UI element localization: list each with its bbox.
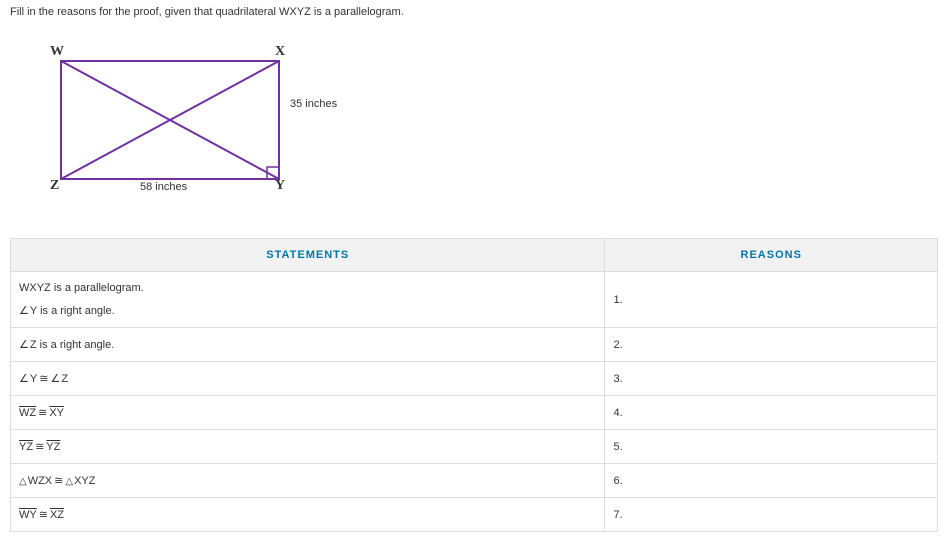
angle-icon	[19, 305, 30, 317]
congruent-icon	[37, 509, 50, 521]
congruent-icon	[36, 407, 49, 419]
reason-cell-1: 1.	[605, 272, 938, 328]
triangle-icon	[19, 475, 28, 487]
congruent-icon	[33, 441, 46, 453]
reason-cell-3: 3.	[605, 362, 938, 396]
statement-1a: WXYZ is a parallelogram.	[19, 282, 596, 294]
angle-icon	[19, 373, 30, 385]
side-length-xy: 35 inches	[290, 98, 337, 110]
table-row: WYXZ 7.	[11, 498, 938, 532]
triangle-icon	[65, 475, 74, 487]
congruent-icon	[52, 475, 65, 487]
statement-2: Z is a right angle.	[11, 328, 605, 362]
reason-number-3: 3.	[613, 373, 622, 385]
statement-3: YZ	[11, 362, 605, 396]
statement-1: WXYZ is a parallelogram. Y is a right an…	[11, 272, 605, 328]
reason-cell-4: 4.	[605, 396, 938, 430]
statement-7: WYXZ	[11, 498, 605, 532]
reason-input-3[interactable]	[629, 373, 929, 385]
statement-4: WZXY	[11, 396, 605, 430]
reason-number-4: 4.	[613, 407, 622, 419]
reason-number-5: 5.	[613, 441, 622, 453]
vertex-label-x: X	[275, 44, 285, 60]
reason-number-6: 6.	[613, 475, 622, 487]
table-row: Z is a right angle. 2.	[11, 328, 938, 362]
angle-icon	[50, 373, 61, 385]
reason-input-2[interactable]	[629, 339, 929, 351]
diagram-container: W X Z Y 35 inches 58 inches	[0, 38, 949, 238]
angle-icon	[19, 339, 30, 351]
congruent-icon	[37, 373, 50, 385]
table-row: YZ 3.	[11, 362, 938, 396]
header-reasons: REASONS	[605, 239, 938, 272]
proof-table: STATEMENTS REASONS WXYZ is a parallelogr…	[10, 238, 938, 532]
reason-input-7[interactable]	[629, 509, 929, 521]
header-statements: STATEMENTS	[11, 239, 605, 272]
reason-input-1[interactable]	[629, 294, 929, 306]
reason-number-2: 2.	[613, 339, 622, 351]
table-row: WZXY 4.	[11, 396, 938, 430]
vertex-label-y: Y	[275, 178, 285, 194]
statement-6: WZXXYZ	[11, 464, 605, 498]
instruction-text: Fill in the reasons for the proof, given…	[0, 0, 949, 38]
side-length-zy: 58 inches	[140, 181, 187, 193]
reason-cell-5: 5.	[605, 430, 938, 464]
reason-cell-7: 7.	[605, 498, 938, 532]
reason-cell-6: 6.	[605, 464, 938, 498]
vertex-label-w: W	[50, 44, 64, 60]
statement-5: YZYZ	[11, 430, 605, 464]
reason-number-7: 7.	[613, 509, 622, 521]
table-row: WXYZ is a parallelogram. Y is a right an…	[11, 272, 938, 328]
table-row: WZXXYZ 6.	[11, 464, 938, 498]
vertex-label-z: Z	[50, 178, 59, 194]
reason-input-5[interactable]	[629, 441, 929, 453]
reason-number-1: 1.	[613, 294, 622, 306]
quadrilateral-svg	[60, 60, 280, 180]
statement-1b: Y is a right angle.	[19, 304, 596, 317]
reason-input-6[interactable]	[629, 475, 929, 487]
parallelogram-diagram: W X Z Y 35 inches 58 inches	[40, 48, 340, 208]
reason-input-4[interactable]	[629, 407, 929, 419]
reason-cell-2: 2.	[605, 328, 938, 362]
table-row: YZYZ 5.	[11, 430, 938, 464]
